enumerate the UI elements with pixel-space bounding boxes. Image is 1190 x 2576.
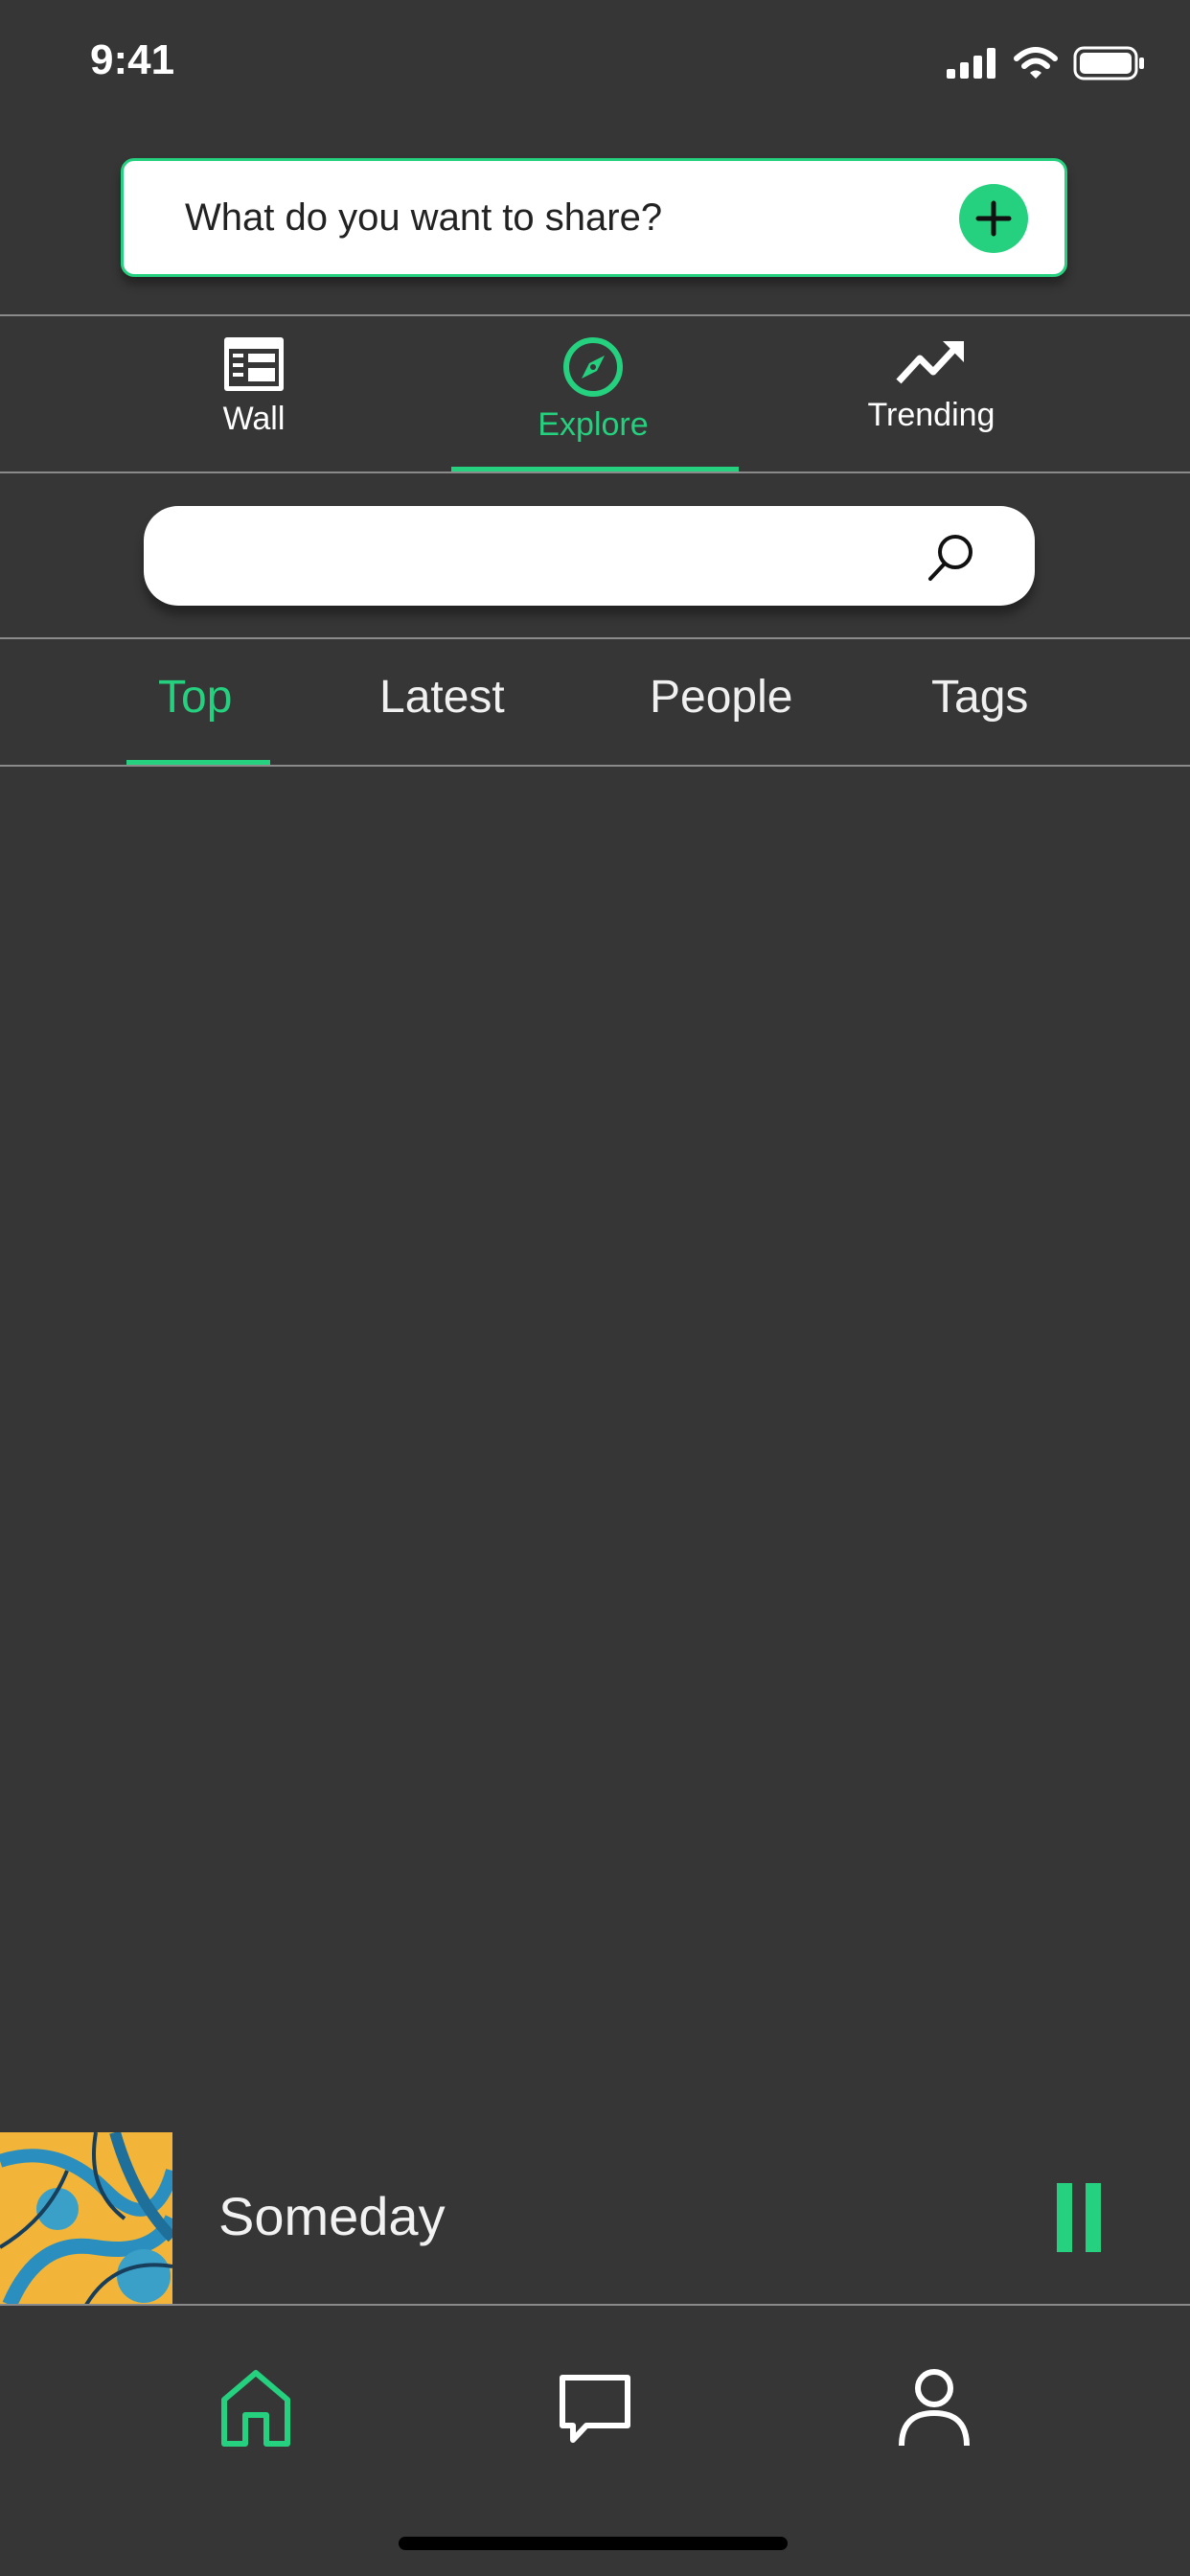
pause-button[interactable] <box>1057 2183 1101 2252</box>
album-art[interactable] <box>0 2132 172 2305</box>
divider <box>0 765 1190 767</box>
divider <box>0 314 1190 316</box>
status-icons <box>947 46 1146 80</box>
nav-explore-label: Explore <box>538 406 649 443</box>
share-placeholder: What do you want to share? <box>185 196 663 239</box>
share-composer[interactable]: What do you want to share? <box>121 158 1067 277</box>
profile-icon[interactable] <box>897 2367 972 2448</box>
home-icon[interactable] <box>218 2367 293 2450</box>
wall-icon <box>224 337 284 391</box>
status-time: 9:41 <box>90 36 175 83</box>
divider <box>0 2304 1190 2306</box>
nav-wall[interactable]: Wall <box>110 335 398 438</box>
nav-trending-label: Trending <box>867 397 995 433</box>
now-playing-title: Someday <box>218 2186 446 2246</box>
trending-icon <box>896 341 964 384</box>
battery-icon <box>1073 46 1144 80</box>
album-art-image <box>0 2132 172 2305</box>
divider <box>0 472 1190 473</box>
tab-tags[interactable]: Tags <box>931 671 1028 724</box>
chat-icon[interactable] <box>558 2373 632 2448</box>
pause-icon <box>1057 2183 1072 2252</box>
nav-trending[interactable]: Trending <box>788 335 1075 434</box>
plus-icon <box>975 200 1012 237</box>
add-post-button[interactable] <box>959 184 1028 253</box>
divider <box>0 637 1190 639</box>
signal-icon <box>947 48 995 79</box>
tab-people[interactable]: People <box>650 671 792 724</box>
compass-icon <box>563 337 623 397</box>
nav-explore[interactable]: Explore <box>449 335 737 444</box>
wifi-icon <box>1014 47 1058 79</box>
search-input[interactable] <box>144 506 1035 606</box>
tab-top[interactable]: Top <box>158 671 232 724</box>
home-indicator <box>399 2537 788 2550</box>
nav-wall-label: Wall <box>222 401 286 437</box>
search-icon[interactable] <box>925 531 978 585</box>
tab-latest[interactable]: Latest <box>379 671 505 724</box>
